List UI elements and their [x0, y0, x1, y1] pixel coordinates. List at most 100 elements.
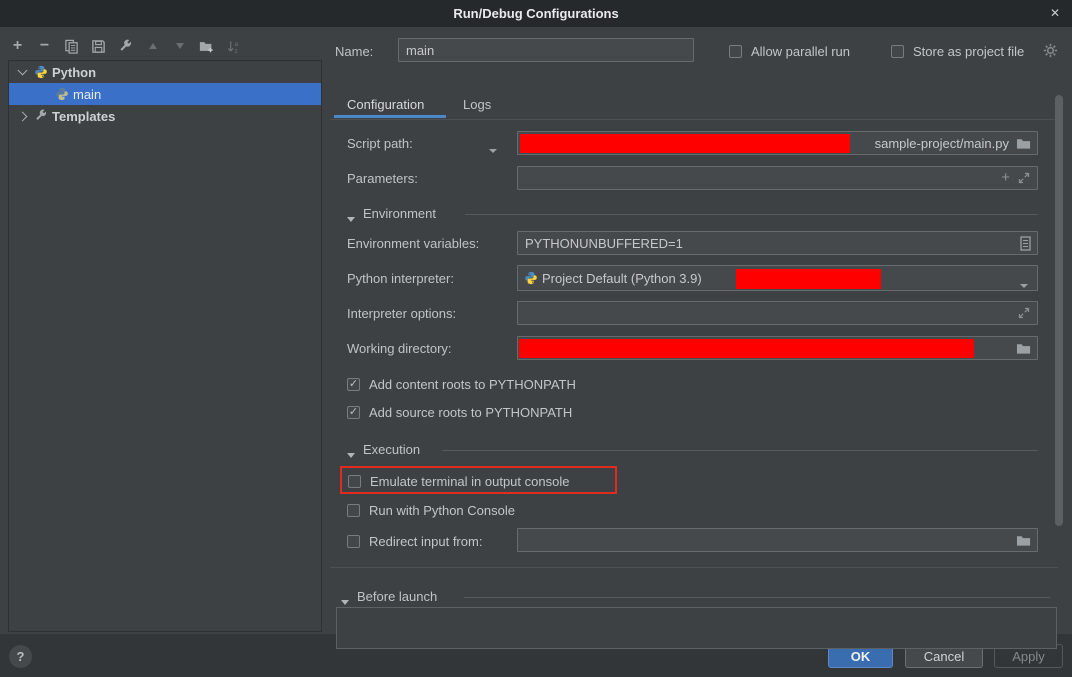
redaction-block	[520, 134, 850, 153]
section-divider	[465, 214, 1038, 215]
svg-text:a: a	[234, 41, 238, 48]
env-vars-input[interactable]: PYTHONUNBUFFERED=1	[517, 231, 1038, 255]
script-path-type-dropdown[interactable]	[489, 141, 497, 156]
edit-templates-button[interactable]	[118, 39, 133, 54]
copy-icon	[64, 39, 79, 54]
interpreter-options-input[interactable]	[517, 301, 1038, 325]
allow-parallel-run-row: Allow parallel run	[729, 43, 850, 59]
dialog-title: Run/Debug Configurations	[453, 6, 618, 21]
triangle-down-icon	[341, 600, 349, 605]
active-tab-underline	[334, 115, 446, 118]
dropdown-arrow-icon	[489, 149, 497, 153]
section-divider	[442, 450, 1038, 451]
arrow-down-icon	[176, 43, 184, 49]
emulate-terminal-checkbox[interactable]	[348, 475, 361, 488]
browse-folder-icon[interactable]	[1016, 533, 1032, 548]
combobox-arrow-icon[interactable]	[1020, 276, 1028, 291]
interpreter-label: Python interpreter:	[347, 271, 454, 286]
script-path-label: Script path:	[347, 136, 413, 151]
script-path-input[interactable]: sample-project/main.py	[517, 131, 1038, 155]
add-configuration-button[interactable]: +	[10, 39, 25, 54]
sort-az-icon: az	[226, 39, 241, 54]
save-configuration-button[interactable]	[91, 39, 106, 54]
emulate-terminal-row: Emulate terminal in output console	[348, 473, 569, 489]
store-as-project-file-label: Store as project file	[913, 44, 1024, 59]
expand-field-icon[interactable]	[1018, 172, 1030, 184]
python-icon	[524, 271, 538, 285]
script-path-value: sample-project/main.py	[875, 136, 1009, 151]
chevron-right-icon[interactable]	[18, 111, 28, 121]
emulate-terminal-label: Emulate terminal in output console	[370, 474, 569, 489]
templates-wrench-icon	[34, 109, 48, 123]
working-directory-input[interactable]	[517, 336, 1038, 360]
save-icon	[91, 39, 106, 54]
svg-text:z: z	[234, 48, 237, 54]
triangle-down-icon	[347, 453, 355, 458]
plus-icon: +	[13, 39, 22, 53]
browse-variables-icon[interactable]	[1020, 236, 1031, 251]
content-pane-border	[330, 567, 1058, 568]
add-macro-icon[interactable]: +	[1001, 169, 1010, 186]
python-script-icon	[55, 87, 69, 101]
tab-configuration[interactable]: Configuration	[347, 97, 424, 112]
before-launch-section-label: Before launch	[357, 589, 437, 604]
tree-item-main-label: main	[73, 87, 101, 102]
section-divider	[464, 597, 1050, 598]
create-folder-button[interactable]	[199, 39, 214, 54]
browse-folder-icon[interactable]	[1016, 341, 1032, 356]
folder-add-icon	[199, 39, 214, 54]
vertical-scrollbar[interactable]	[1055, 95, 1063, 526]
allow-parallel-run-label: Allow parallel run	[751, 44, 850, 59]
add-content-roots-checkbox[interactable]: ✓	[347, 378, 360, 391]
move-up-button[interactable]	[145, 39, 160, 54]
add-source-roots-checkbox[interactable]: ✓	[347, 406, 360, 419]
configurations-toolbar: + − az	[10, 37, 241, 55]
store-settings-gear-icon[interactable]	[1043, 43, 1058, 58]
redirect-input-file-input[interactable]	[517, 528, 1038, 552]
move-down-button[interactable]	[172, 39, 187, 54]
parameters-label: Parameters:	[347, 171, 418, 186]
execution-section-toggle[interactable]	[347, 446, 355, 461]
expand-field-icon[interactable]	[1018, 307, 1030, 319]
store-as-project-file-checkbox[interactable]	[891, 45, 904, 58]
execution-section-label: Execution	[363, 442, 420, 457]
before-launch-section-toggle[interactable]	[341, 593, 349, 608]
run-python-console-checkbox[interactable]	[347, 504, 360, 517]
tree-item-templates[interactable]: Templates	[9, 105, 321, 127]
env-vars-value: PYTHONUNBUFFERED=1	[525, 236, 683, 251]
add-source-roots-row: ✓ Add source roots to PYTHONPATH	[347, 404, 572, 420]
tree-item-main[interactable]: main	[9, 83, 321, 105]
python-icon	[34, 65, 48, 79]
parameters-input[interactable]: +	[517, 166, 1038, 190]
tree-item-python-label: Python	[52, 65, 96, 80]
name-input[interactable]: main	[398, 38, 694, 62]
tree-item-python[interactable]: Python	[9, 61, 321, 83]
run-debug-configurations-dialog: Run/Debug Configurations ✕ + − az Python	[0, 0, 1072, 677]
browse-folder-icon[interactable]	[1016, 136, 1032, 151]
before-launch-task-list[interactable]	[336, 607, 1057, 649]
working-directory-label: Working directory:	[347, 341, 452, 356]
redirect-input-checkbox[interactable]	[347, 535, 360, 548]
redaction-block	[736, 269, 881, 289]
name-value: main	[406, 43, 434, 58]
chevron-down-icon[interactable]	[18, 66, 28, 76]
sort-configurations-button[interactable]: az	[226, 39, 241, 54]
interpreter-value: Project Default (Python 3.9)	[542, 271, 702, 286]
allow-parallel-run-checkbox[interactable]	[729, 45, 742, 58]
redirect-input-label: Redirect input from:	[369, 534, 482, 549]
close-icon[interactable]: ✕	[1046, 4, 1064, 22]
triangle-down-icon	[347, 217, 355, 222]
remove-configuration-button[interactable]: −	[37, 39, 52, 54]
wrench-icon	[118, 39, 133, 54]
run-python-console-row: Run with Python Console	[347, 502, 515, 518]
store-as-project-file-row: Store as project file	[891, 43, 1024, 59]
environment-section-toggle[interactable]	[347, 210, 355, 225]
copy-configuration-button[interactable]	[64, 39, 79, 54]
interpreter-combobox[interactable]: Project Default (Python 3.9)	[517, 265, 1038, 291]
help-button[interactable]: ?	[9, 645, 32, 668]
tab-logs[interactable]: Logs	[463, 97, 491, 112]
add-source-roots-label: Add source roots to PYTHONPATH	[369, 405, 572, 420]
tabs-separator	[330, 119, 1058, 120]
env-vars-label: Environment variables:	[347, 236, 479, 251]
redaction-block	[519, 339, 974, 358]
